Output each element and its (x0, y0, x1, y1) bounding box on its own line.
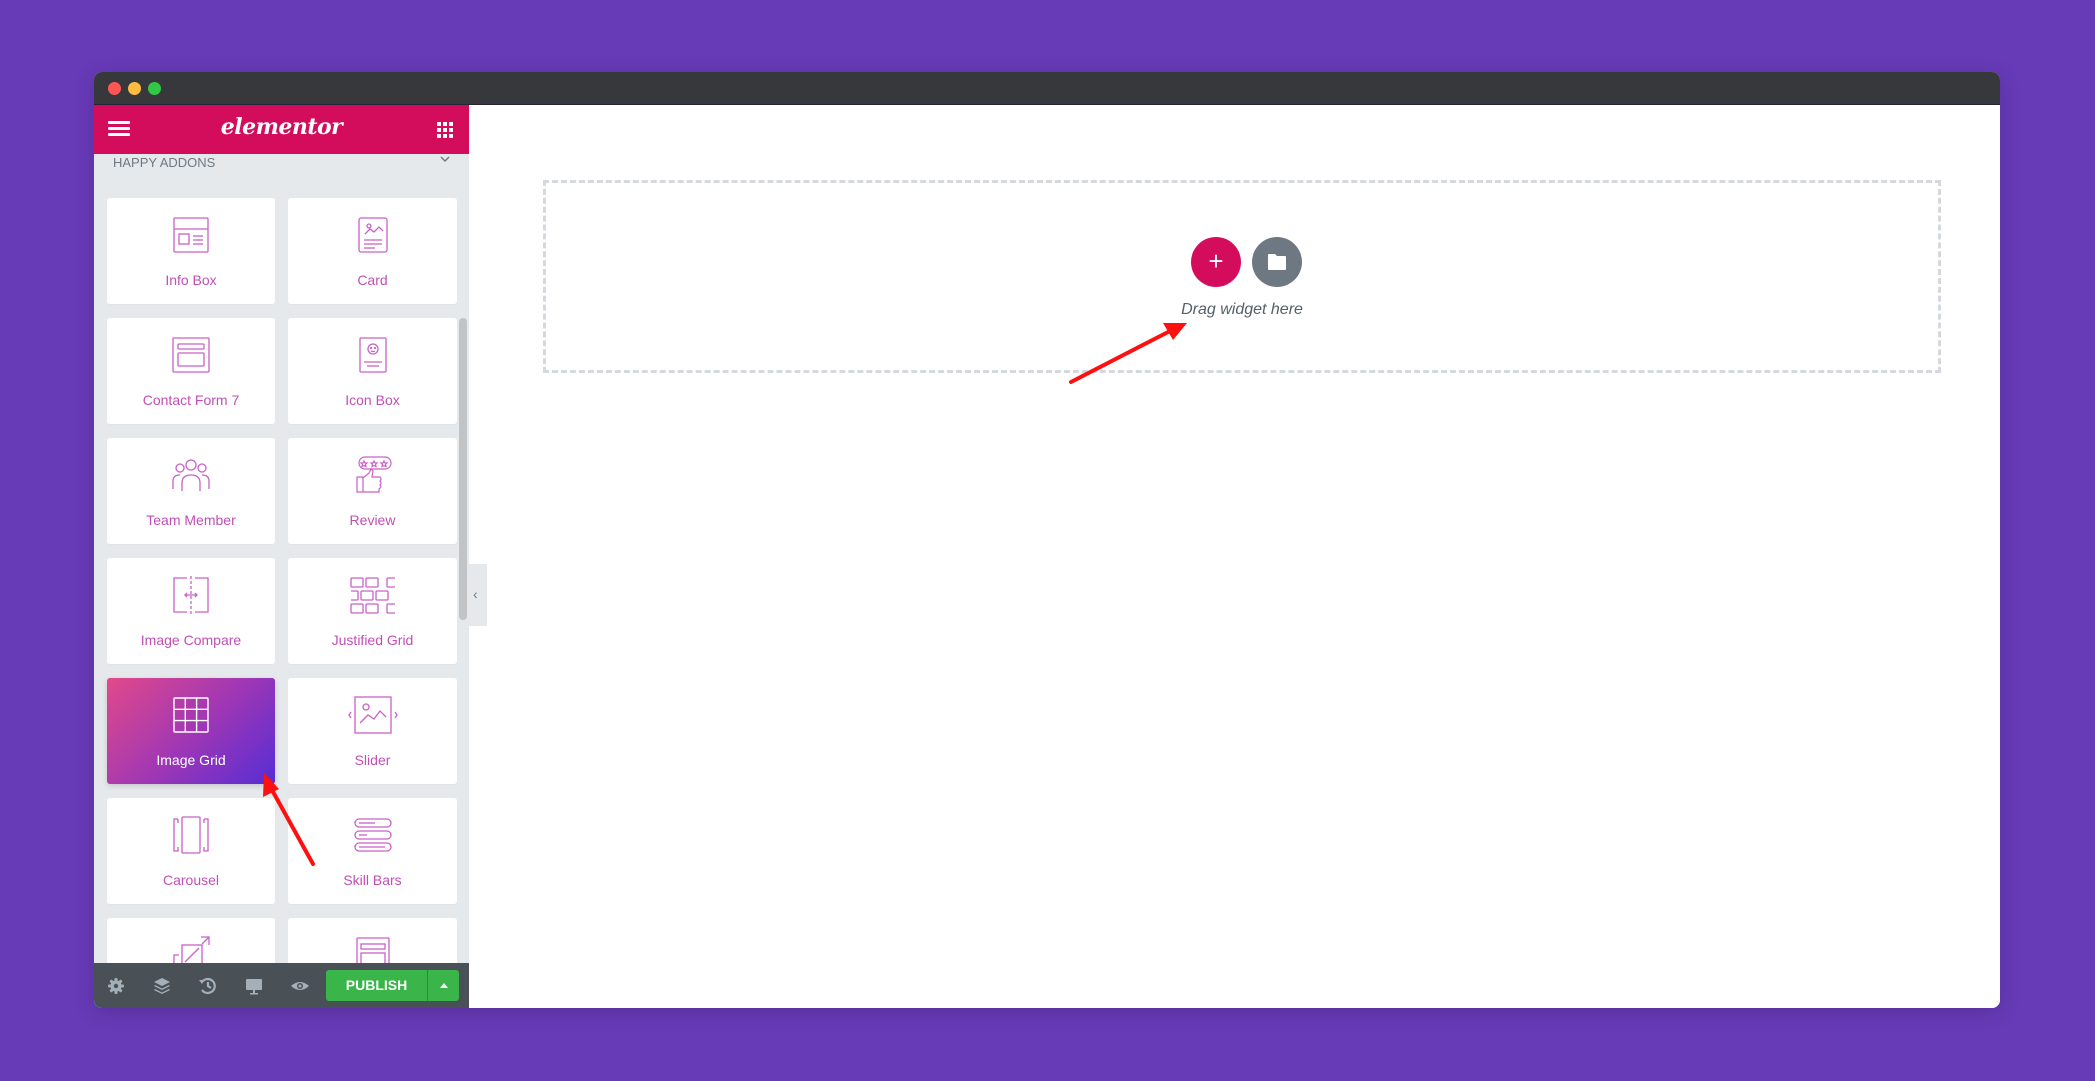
editor-canvas: + Drag widget here (469, 105, 2000, 1008)
add-section-dropzone[interactable]: + Drag widget here (543, 180, 1941, 373)
widget-label: Justified Grid (331, 632, 414, 648)
drop-hint-text: Drag widget here (1181, 301, 1303, 318)
widget-info-box[interactable]: Info Box (107, 198, 275, 304)
widget-label: Image Compare (140, 632, 242, 648)
panel-footer: PUBLISH (94, 963, 469, 1008)
settings-icon[interactable] (106, 976, 126, 996)
image-grid-icon (173, 697, 209, 733)
widget-team-member[interactable]: Team Member (107, 438, 275, 544)
carousel-icon (173, 816, 209, 854)
widget-label: Skill Bars (343, 872, 402, 888)
icon-box-icon (358, 337, 387, 373)
panel-header: elementor (94, 105, 469, 154)
widget-image-compare[interactable]: Image Compare (107, 558, 275, 664)
apps-grid-icon[interactable] (437, 122, 453, 138)
minimize-window-button[interactable] (128, 82, 141, 95)
widget-grid: Info Box Card Contact Form 7 Icon Box Te… (107, 198, 457, 1008)
contact-form-icon (172, 337, 210, 373)
browser-window: elementor HAPPY ADDONS Info Box Card Con… (94, 72, 2000, 1008)
skill-bars-icon (353, 818, 392, 852)
image-compare-icon (173, 576, 209, 614)
widget-label: Team Member (146, 512, 236, 528)
elementor-panel: elementor HAPPY ADDONS Info Box Card Con… (94, 105, 469, 1008)
widget-icon-box[interactable]: Icon Box (288, 318, 457, 424)
widget-carousel[interactable]: Carousel (107, 798, 275, 904)
widget-label: Card (357, 272, 388, 288)
category-title[interactable]: HAPPY ADDONS (113, 155, 215, 170)
widget-slider[interactable]: Slider (288, 678, 457, 784)
add-template-button[interactable] (1252, 237, 1302, 287)
widget-label: Contact Form 7 (142, 392, 240, 408)
widget-label: Carousel (162, 872, 220, 888)
widget-review[interactable]: Review (288, 438, 457, 544)
chevron-down-icon[interactable] (439, 153, 451, 165)
widget-skill-bars[interactable]: Skill Bars (288, 798, 457, 904)
preview-eye-icon[interactable] (290, 976, 310, 996)
widget-label: Image Grid (156, 752, 226, 768)
review-icon (355, 456, 392, 493)
info-box-icon (173, 217, 209, 253)
history-icon[interactable] (198, 976, 218, 996)
add-section-button[interactable]: + (1191, 237, 1241, 287)
widget-label: Slider (354, 752, 391, 768)
plus-icon: + (1208, 246, 1224, 276)
navigator-layers-icon[interactable] (152, 976, 172, 996)
close-window-button[interactable] (108, 82, 121, 95)
widget-label: Icon Box (345, 392, 400, 408)
team-member-icon (172, 459, 210, 491)
responsive-desktop-icon[interactable] (244, 976, 264, 996)
widget-contact-form-7[interactable]: Contact Form 7 (107, 318, 275, 424)
widget-justified-grid[interactable]: Justified Grid (288, 558, 457, 664)
widget-card[interactable]: Card (288, 198, 457, 304)
maximize-window-button[interactable] (148, 82, 161, 95)
chevron-left-icon: ‹ (473, 586, 478, 602)
title-bar (94, 72, 2000, 105)
publish-options-caret-icon[interactable] (427, 970, 459, 1001)
publish-button[interactable]: PUBLISH (326, 970, 427, 1001)
widget-image-grid[interactable]: Image Grid (107, 678, 275, 784)
elementor-logo: elementor (220, 114, 343, 140)
widget-label: Info Box (165, 272, 217, 288)
collapse-panel-button[interactable]: ‹ (469, 564, 487, 626)
card-icon (357, 217, 388, 253)
panel-scrollbar[interactable] (459, 318, 467, 620)
slider-icon (347, 696, 398, 734)
justified-grid-icon (349, 577, 395, 614)
folder-icon (1268, 254, 1286, 270)
widget-label: Review (349, 512, 396, 528)
